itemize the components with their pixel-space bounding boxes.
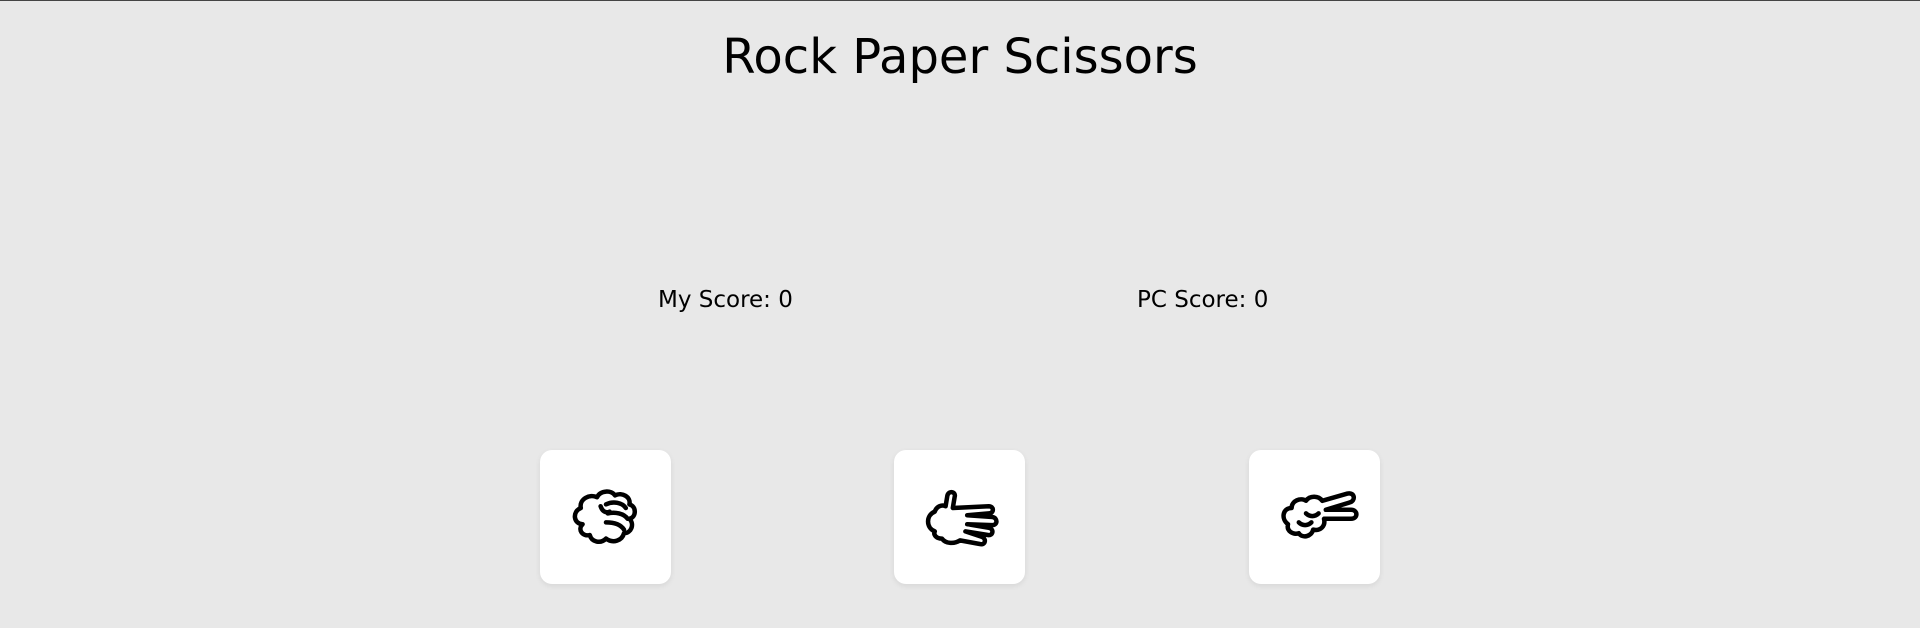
paper-button[interactable] <box>894 450 1025 584</box>
my-score: My Score: 0 <box>658 287 793 313</box>
paper-hand-icon <box>925 489 999 547</box>
scissors-button[interactable] <box>1249 450 1380 584</box>
game-title: Rock Paper Scissors <box>722 29 1198 85</box>
scissors-hand-icon <box>1280 491 1359 539</box>
rock-hand-icon <box>572 489 637 544</box>
pc-score: PC Score: 0 <box>1137 287 1269 313</box>
rock-button[interactable] <box>540 450 671 584</box>
